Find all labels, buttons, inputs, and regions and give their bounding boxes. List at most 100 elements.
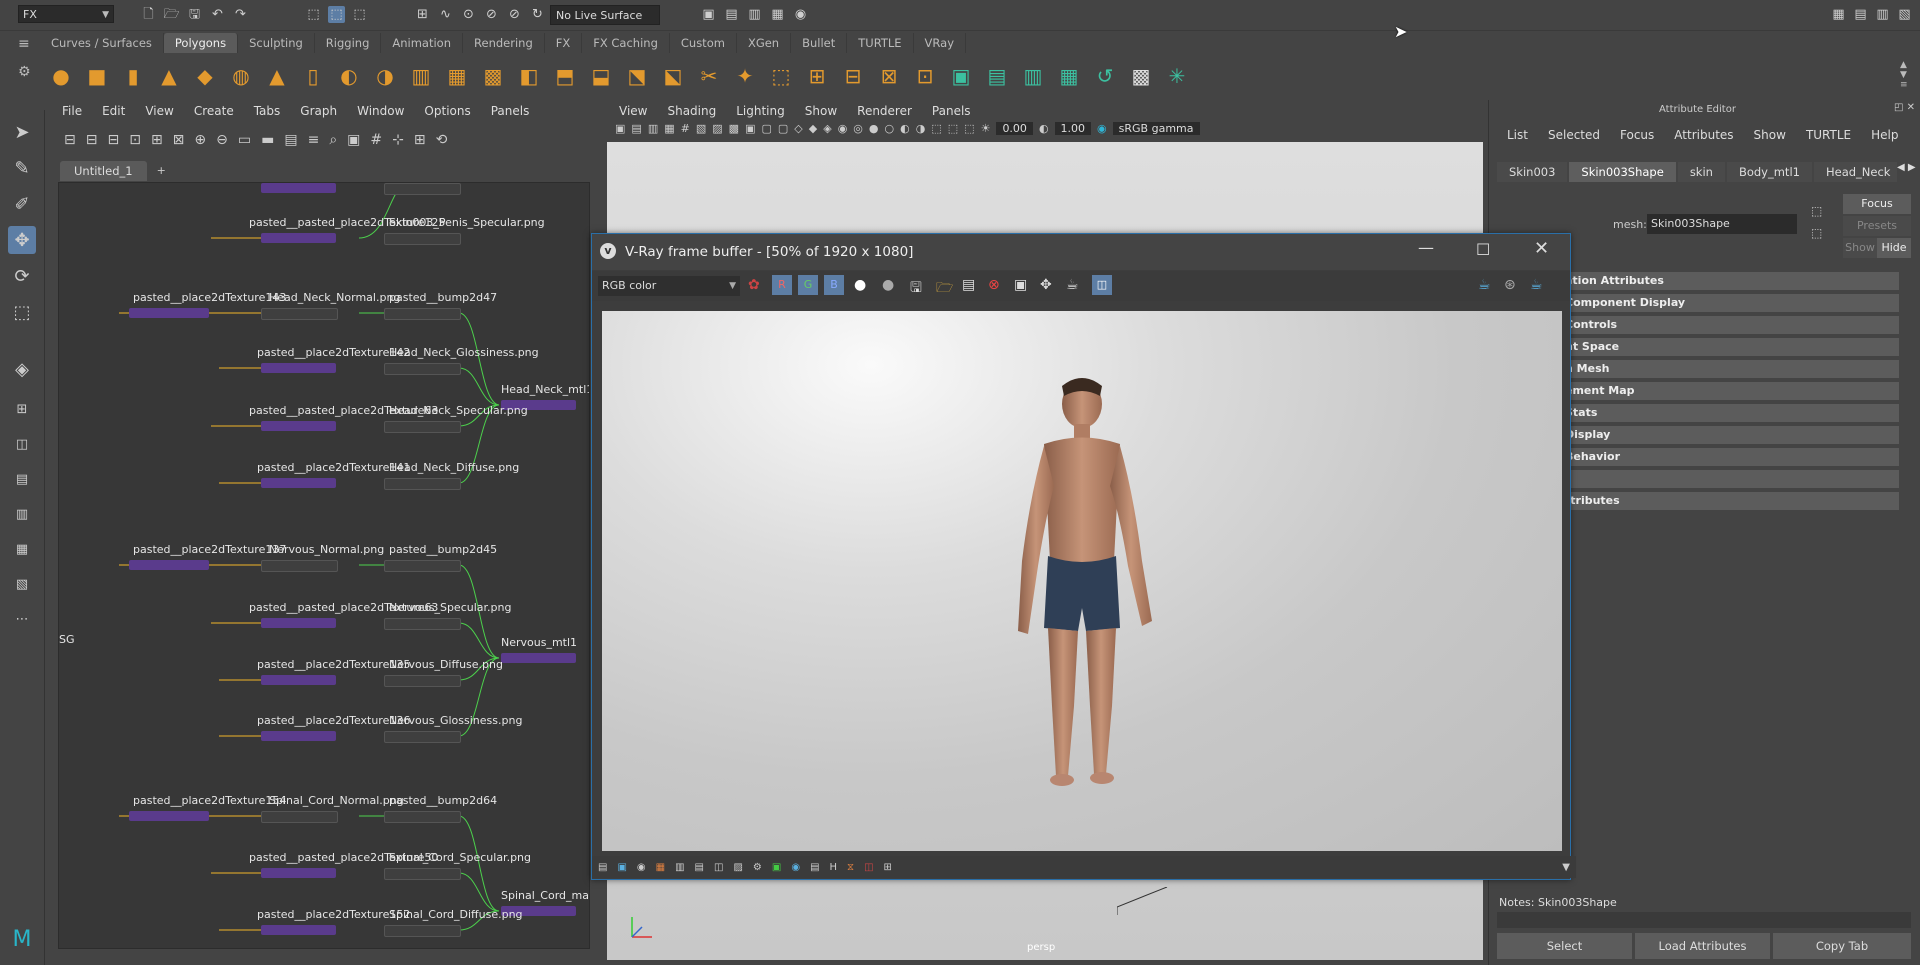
simple-mode-icon[interactable]: ▭ [238,132,251,148]
custom-layout-icon[interactable]: ▧ [8,570,36,598]
edge-loop-icon[interactable]: ⊟ [838,61,868,91]
node-graph[interactable]: pasted__pasted_place2dTexture125 Skin003… [58,182,590,949]
red-channel-button[interactable]: R [772,275,792,295]
file-node[interactable] [384,478,461,490]
remove-selected-icon[interactable]: ⊖ [216,132,228,148]
focus-button[interactable]: Focus [1843,194,1911,214]
poly-plane-icon[interactable]: ◆ [190,61,220,91]
gamma-field[interactable]: 1.00 [1054,122,1092,135]
section-header[interactable]: Display [1561,426,1899,444]
graph-output-icon[interactable]: ⊟ [86,132,98,148]
outliner-layout-icon[interactable]: ▤ [8,465,36,493]
vp-menu-renderer[interactable]: Renderer [847,100,922,122]
shelf-tab-vray[interactable]: VRay [914,33,967,53]
film-gate-icon[interactable]: ▧ [696,122,706,135]
connected-mode-icon[interactable]: ▬ [261,132,274,148]
color-channels-icon[interactable]: ✿ [748,277,760,293]
save-scene-icon[interactable]: 🖫 [186,6,203,23]
status-icon-11[interactable]: ◉ [791,862,800,873]
bump-node[interactable] [384,811,461,823]
planar-map-icon[interactable]: ⊡ [910,61,940,91]
workspace-icon[interactable]: ▦ [1830,6,1847,23]
ne-menu-graph[interactable]: Graph [290,100,347,122]
xray-joints-icon[interactable]: ⬚ [964,122,974,135]
shadows-icon[interactable]: ● [869,122,879,135]
undo-icon[interactable]: ↶ [209,6,226,23]
grid-toggle-icon[interactable]: # [681,122,690,135]
render-view-icon[interactable]: ▣ [700,6,717,23]
refresh-icon[interactable]: ⟲ [436,132,448,148]
shelf-tab-rigging[interactable]: Rigging [315,33,382,53]
anti-aliasing-icon[interactable]: ◑ [916,122,926,135]
exposure-icon[interactable]: ☀ [981,122,991,135]
channel-dropdown[interactable]: RGB color ▼ [598,276,740,296]
ae-menu-selected[interactable]: Selected [1538,124,1610,146]
status-icon-3[interactable]: ◉ [637,862,646,873]
isolate-icon[interactable]: ⬚ [931,122,941,135]
checker-icon[interactable]: ▩ [1126,61,1156,91]
render-frame-icon[interactable]: ▤ [723,6,740,23]
place2d-node[interactable] [261,731,336,741]
bookmark-icon[interactable]: ▥ [648,122,658,135]
section-header[interactable]: h Mesh [1561,360,1899,378]
ne-menu-view[interactable]: View [135,100,183,122]
uv-orient-icon[interactable]: ↺ [1090,61,1120,91]
textured-icon[interactable]: ◉ [838,122,848,135]
render-teapot-icon[interactable]: ☕ [1066,277,1079,293]
vray-title-bar[interactable]: v V-Ray frame buffer - [50% of 1920 x 10… [592,234,1570,270]
node-top-placeholder[interactable] [261,183,336,193]
bridge-icon[interactable]: ⬔ [622,61,652,91]
status-icon-12[interactable]: ▤ [810,862,819,873]
uv-cut-icon[interactable]: ▣ [946,61,976,91]
place2d-node[interactable] [129,811,209,821]
mirror-icon[interactable]: ◧ [514,61,544,91]
image-plane-icon[interactable]: ▦ [664,122,674,135]
ae-tab-body-mtl1[interactable]: Body_mtl1 [1726,162,1812,182]
status-icon-7[interactable]: ◫ [714,862,723,873]
file-node[interactable] [384,233,461,245]
safe-action-icon[interactable]: ▢ [761,122,771,135]
hypershade-icon[interactable]: ◉ [792,6,809,23]
append-icon[interactable]: ⬕ [658,61,688,91]
expand-panel-icon[interactable]: ▼ [1562,862,1570,873]
stop-render-icon[interactable]: ⊗ [988,277,1000,293]
move-tool-icon[interactable]: ✥ [8,226,36,254]
close-icon[interactable]: ✕ [1534,238,1549,259]
maximize-icon[interactable]: ☐ [1476,240,1490,259]
section-header[interactable]: Stats [1561,404,1899,422]
section-header[interactable] [1561,470,1899,488]
gamma-icon[interactable]: ◐ [1039,122,1049,135]
xray-icon[interactable]: ⬚ [948,122,958,135]
select-input-icon[interactable]: ⬚ [1811,204,1822,218]
vp-menu-panels[interactable]: Panels [922,100,981,122]
two-pane-layout-icon[interactable]: ◫ [8,430,36,458]
smooth-shade-icon[interactable]: ◆ [809,122,817,135]
place2d-node[interactable] [261,421,336,431]
ne-menu-window[interactable]: Window [347,100,414,122]
wireframe-icon[interactable]: ◇ [794,122,802,135]
status-icon-2[interactable]: ▣ [617,862,626,873]
poly-cone-icon[interactable]: ▲ [154,61,184,91]
swatch-icon[interactable]: ▣ [347,132,360,148]
uv-editor-icon[interactable]: ⊠ [874,61,904,91]
attr-view-icon[interactable]: ⊞ [414,132,426,148]
file-node[interactable] [384,675,461,687]
exposure-field[interactable]: 0.00 [996,122,1033,135]
vp-menu-shading[interactable]: Shading [657,100,726,122]
file-node[interactable] [384,421,461,433]
snap-surface-icon[interactable]: ⊘ [506,6,523,23]
ae-menu-help[interactable]: Help [1861,124,1908,146]
vp-menu-lighting[interactable]: Lighting [726,100,795,122]
shelf-tab-animation[interactable]: Animation [381,33,464,53]
panel-close-icon[interactable]: ◰ ✕ [1894,102,1915,113]
load-image-icon[interactable]: 🗁 [936,277,953,301]
shelf-tab-bullet[interactable]: Bullet [791,33,848,53]
tab-untitled[interactable]: Untitled_1 [60,161,147,181]
place2d-node[interactable] [261,925,336,935]
extract-icon[interactable]: ▥ [406,61,436,91]
bump-node[interactable] [384,560,461,572]
tab-scroll-arrows[interactable]: ◀ ▶ [1897,162,1916,173]
mesh-name-field[interactable]: Skin003Shape [1647,214,1797,234]
place2d-node[interactable] [129,308,209,318]
snap-live-icon[interactable]: ↻ [529,6,546,23]
